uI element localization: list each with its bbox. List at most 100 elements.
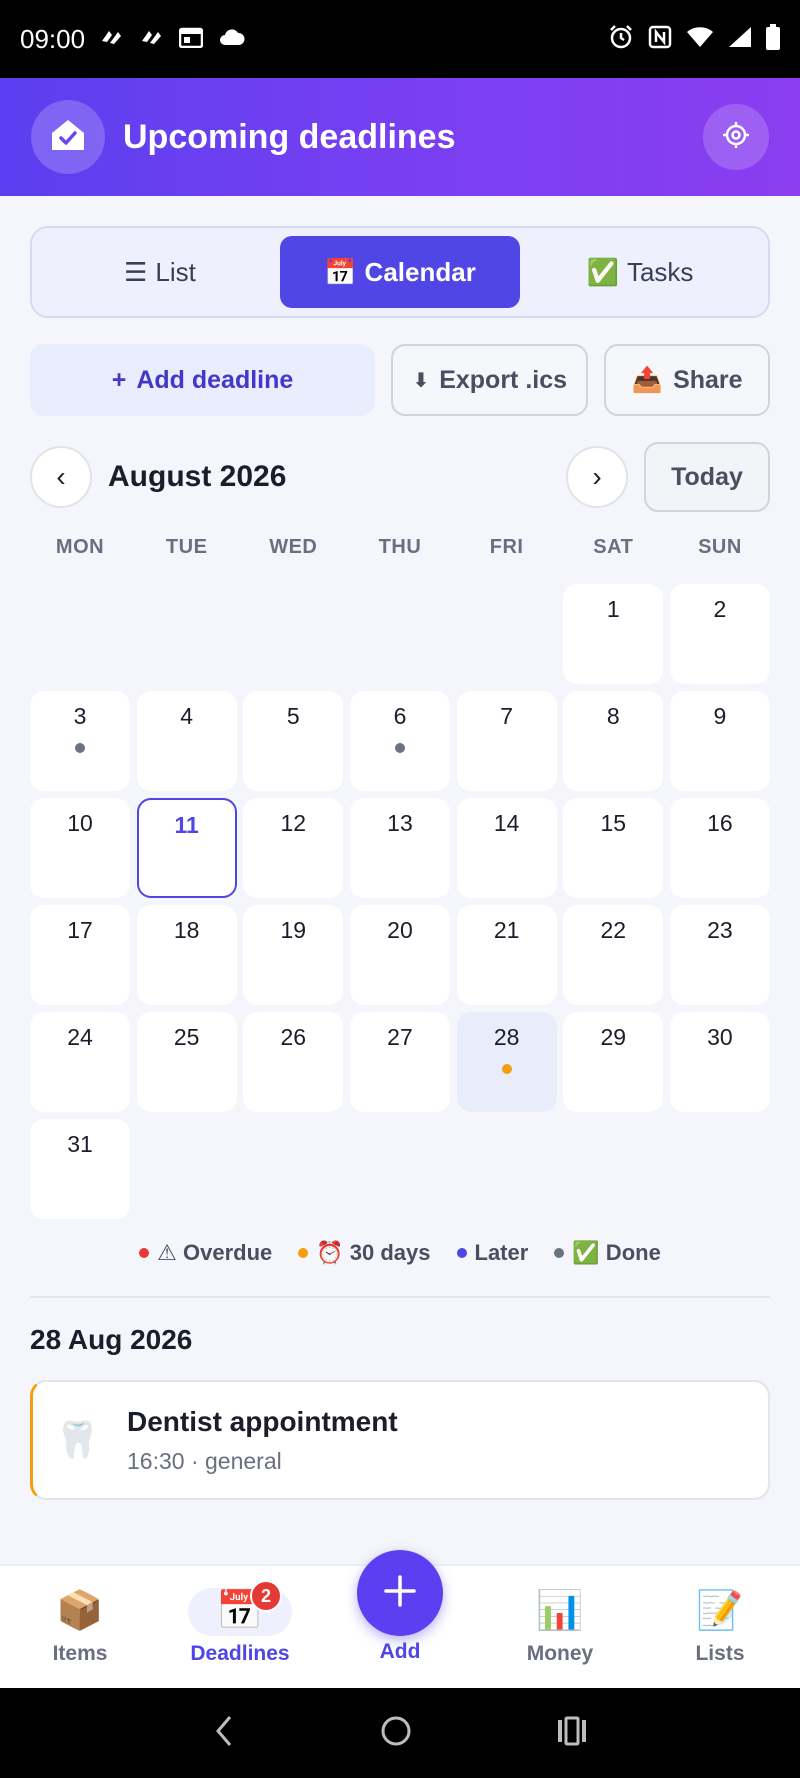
nav-items[interactable]: 📦 Items [20, 1566, 140, 1690]
add-fab-button[interactable] [357, 1550, 443, 1636]
add-deadline-button[interactable]: + Add deadline [30, 344, 376, 416]
calendar-empty-cell [457, 584, 557, 684]
today-button[interactable]: Today [644, 442, 770, 512]
gear-icon [722, 121, 750, 154]
calendar-day-13[interactable]: 13 [349, 798, 450, 898]
fab-container: Add [340, 1550, 460, 1664]
chevron-right-icon: › [592, 461, 602, 492]
tab-tasks[interactable]: ✅ Tasks [520, 236, 760, 308]
day-number: 10 [67, 810, 93, 836]
weekday-label: MON [55, 536, 105, 558]
notification-icon [139, 27, 163, 51]
tab-list[interactable]: ☰ List [40, 236, 280, 308]
calendar-day-6[interactable]: 6 [349, 691, 450, 791]
day-number: 8 [606, 703, 620, 729]
calendar-day-16[interactable]: 16 [669, 798, 770, 898]
recents-icon[interactable] [556, 1716, 588, 1751]
calendar-day-12[interactable]: 12 [243, 798, 344, 898]
calendar-icon [178, 26, 204, 52]
day-number: 31 [67, 1131, 93, 1157]
day-number: 9 [713, 703, 727, 729]
plus-icon [382, 1573, 418, 1614]
calendar-day-30[interactable]: 30 [669, 1012, 770, 1112]
nav-label: Lists [695, 1642, 745, 1665]
calendar-icon: 📅 2 [188, 1580, 292, 1636]
back-icon[interactable] [212, 1713, 236, 1754]
nav-money[interactable]: 📊 Money [500, 1566, 620, 1690]
tab-label: Tasks [626, 256, 694, 287]
tooth-icon: 🦷 [55, 1419, 100, 1460]
prev-month-button[interactable]: ‹ [30, 446, 92, 508]
nfc-icon [648, 25, 672, 53]
share-label: Share [673, 365, 743, 394]
day-number: 11 [174, 812, 199, 838]
legend-label: ⏰ 30 days [316, 1240, 431, 1265]
calendar-day-17[interactable]: 17 [30, 905, 130, 1005]
day-number: 12 [280, 810, 307, 836]
home-circle-icon[interactable] [379, 1714, 413, 1753]
weekday-label: TUE [165, 536, 208, 558]
calendar-day-26[interactable]: 26 [243, 1012, 344, 1112]
cloud-icon [219, 28, 245, 50]
tab-calendar[interactable]: 📅 Calendar [280, 236, 520, 308]
day-number: 16 [707, 810, 733, 836]
settings-button[interactable] [703, 104, 769, 170]
calendar-day-22[interactable]: 22 [563, 905, 664, 1005]
battery-icon [766, 24, 780, 54]
alarm-icon [608, 24, 634, 54]
calendar-day-11[interactable]: 11 [136, 798, 237, 898]
calendar-day-31[interactable]: 31 [30, 1119, 130, 1219]
nav-deadlines[interactable]: 📅 2 Deadlines [180, 1566, 300, 1690]
home-button[interactable] [31, 100, 105, 174]
calendar-day-5[interactable]: 5 [243, 691, 344, 791]
action-row: + Add deadline ⬇ Export .ics 📤 Share [30, 344, 770, 416]
calendar-day-3[interactable]: 3 [30, 691, 130, 791]
export-ics-button[interactable]: ⬇ Export .ics [391, 344, 589, 416]
weekday-label: FRI [489, 536, 524, 558]
weekday-label: SAT [593, 536, 634, 558]
share-icon: 📤 [631, 365, 664, 394]
calendar-day-21[interactable]: 21 [456, 905, 557, 1005]
status-bar: 09:00 [0, 0, 800, 78]
later-dot [456, 1248, 467, 1258]
calendar-day-27[interactable]: 27 [349, 1012, 450, 1112]
calendar-day-10[interactable]: 10 [30, 798, 130, 898]
day-number: 24 [67, 1024, 93, 1050]
list-icon: ☰ [124, 256, 148, 287]
calendar-day-1[interactable]: 1 [563, 584, 664, 684]
deadlines-badge: 2 [250, 1580, 282, 1612]
share-button[interactable]: 📤 Share [604, 344, 770, 416]
legend-label: Later [474, 1240, 529, 1265]
nav-lists[interactable]: 📝 Lists [660, 1566, 780, 1690]
calendar-day-8[interactable]: 8 [563, 691, 664, 791]
calendar-day-2[interactable]: 2 [669, 584, 770, 684]
calendar-day-18[interactable]: 18 [136, 905, 237, 1005]
calendar-day-19[interactable]: 19 [243, 905, 344, 1005]
calendar-day-24[interactable]: 24 [30, 1012, 130, 1112]
day-number: 26 [280, 1024, 307, 1050]
day-number: 14 [493, 810, 520, 836]
calendar-day-15[interactable]: 15 [563, 798, 664, 898]
day-number: 7 [500, 703, 514, 729]
next-month-button[interactable]: › [566, 446, 628, 508]
day-number: 3 [73, 703, 87, 729]
calendar-day-25[interactable]: 25 [136, 1012, 237, 1112]
event-card[interactable]: 🦷 Dentist appointment 16:30 · general [30, 1380, 770, 1500]
calendar-empty-cell [243, 584, 343, 684]
calendar-day-29[interactable]: 29 [563, 1012, 664, 1112]
day-number: 18 [173, 917, 200, 943]
calendar-day-14[interactable]: 14 [456, 798, 557, 898]
day-number: 2 [713, 596, 727, 622]
calendar-day-23[interactable]: 23 [669, 905, 770, 1005]
calendar-day-9[interactable]: 9 [669, 691, 770, 791]
tab-label: List [155, 256, 196, 287]
tab-label: Calendar [364, 256, 476, 287]
calendar-empty-cell [350, 584, 450, 684]
calendar-day-20[interactable]: 20 [349, 905, 450, 1005]
signal-icon [728, 26, 752, 52]
calendar-day-7[interactable]: 7 [456, 691, 557, 791]
day-number: 27 [387, 1024, 413, 1050]
weekday-header: MON TUE WED THU FRI SAT SUN [30, 536, 770, 559]
calendar-day-28[interactable]: 28 [456, 1012, 557, 1112]
calendar-day-4[interactable]: 4 [136, 691, 237, 791]
